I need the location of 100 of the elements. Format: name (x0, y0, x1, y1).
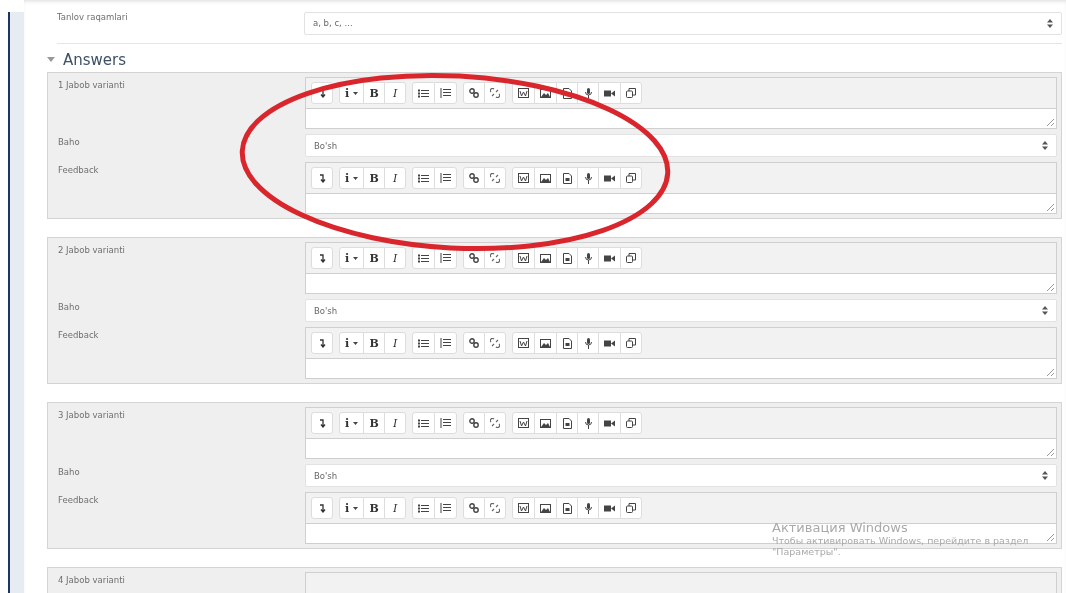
resize-grip-icon[interactable] (1046, 448, 1054, 456)
link-button[interactable] (463, 167, 486, 189)
word-button[interactable] (512, 412, 536, 434)
bold-button[interactable]: B (363, 167, 386, 189)
bold-button[interactable]: B (363, 332, 386, 354)
grade-select[interactable]: Bo'sh (305, 299, 1057, 322)
copy-button[interactable] (620, 412, 643, 434)
unlink-button[interactable] (484, 497, 507, 519)
file-button[interactable] (556, 247, 579, 269)
italic-button[interactable]: I (384, 332, 407, 354)
image-button[interactable] (534, 167, 558, 189)
file-button[interactable] (556, 497, 579, 519)
ol-button[interactable] (434, 332, 458, 354)
ul-button[interactable] (412, 412, 436, 434)
select-arrows-icon (1042, 471, 1048, 480)
file-icon (562, 417, 572, 429)
ul-button[interactable] (412, 167, 436, 189)
video-button[interactable] (598, 167, 622, 189)
resize-grip-icon[interactable] (1046, 118, 1054, 126)
video-button[interactable] (598, 412, 622, 434)
select-arrows-icon (1047, 18, 1053, 28)
numbered-list-icon (440, 418, 452, 428)
unlink-button[interactable] (484, 332, 507, 354)
video-button[interactable] (598, 82, 622, 104)
italic-button[interactable]: I (384, 82, 407, 104)
ul-button[interactable] (412, 497, 436, 519)
copy-button[interactable] (620, 332, 643, 354)
info-button[interactable]: i (339, 497, 365, 519)
link-button[interactable] (463, 497, 486, 519)
copy-button[interactable] (620, 497, 643, 519)
file-icon (562, 87, 572, 99)
file-button[interactable] (556, 412, 579, 434)
ol-button[interactable] (434, 82, 458, 104)
caret-icon (353, 506, 359, 510)
italic-button[interactable]: I (384, 497, 407, 519)
video-button[interactable] (598, 497, 622, 519)
unlink-button[interactable] (484, 82, 507, 104)
image-icon (540, 173, 552, 183)
mic-button[interactable] (577, 247, 600, 269)
link-button[interactable] (463, 332, 486, 354)
info-button[interactable]: i (339, 332, 365, 354)
grade-select[interactable]: Bo'sh (305, 134, 1057, 157)
info-button[interactable]: i (339, 247, 365, 269)
info-button[interactable]: i (339, 167, 365, 189)
mic-button[interactable] (577, 497, 600, 519)
mic-button[interactable] (577, 412, 600, 434)
copy-button[interactable] (620, 82, 643, 104)
word-button[interactable] (512, 332, 536, 354)
word-button[interactable] (512, 497, 536, 519)
collapse-button[interactable] (311, 247, 333, 269)
file-button[interactable] (556, 332, 579, 354)
bold-button[interactable]: B (363, 497, 386, 519)
microphone-icon (584, 337, 592, 349)
collapse-button[interactable] (311, 332, 333, 354)
copy-button[interactable] (620, 167, 643, 189)
video-button[interactable] (598, 247, 622, 269)
video-button[interactable] (598, 332, 622, 354)
link-icon (469, 173, 480, 183)
italic-button[interactable]: I (384, 247, 407, 269)
mic-button[interactable] (577, 332, 600, 354)
resize-grip-icon[interactable] (1046, 203, 1054, 211)
numbering-select[interactable]: a, b, c, ... (304, 11, 1062, 35)
collapse-button[interactable] (311, 412, 333, 434)
image-button[interactable] (534, 247, 558, 269)
image-icon (540, 88, 552, 98)
bold-button[interactable]: B (363, 82, 386, 104)
resize-grip-icon[interactable] (1046, 368, 1054, 376)
collapse-button[interactable] (311, 167, 333, 189)
resize-grip-icon[interactable] (1046, 283, 1054, 291)
mic-button[interactable] (577, 167, 600, 189)
image-icon (540, 253, 552, 263)
link-button[interactable] (463, 412, 486, 434)
resize-grip-icon[interactable] (1046, 533, 1054, 541)
ul-button[interactable] (412, 332, 436, 354)
numbered-list-icon (440, 338, 452, 348)
bold-button[interactable]: B (363, 412, 386, 434)
copy-icon (626, 173, 637, 183)
word-button[interactable] (512, 167, 536, 189)
info-button[interactable]: i (339, 412, 365, 434)
bold-button[interactable]: B (363, 247, 386, 269)
ol-button[interactable] (434, 167, 458, 189)
unlink-button[interactable] (484, 412, 507, 434)
grade-select[interactable]: Bo'sh (305, 464, 1057, 487)
file-button[interactable] (556, 167, 579, 189)
caret-icon[interactable] (47, 57, 55, 63)
ul-button[interactable] (412, 82, 436, 104)
ol-button[interactable] (434, 497, 458, 519)
unlink-button[interactable] (484, 167, 507, 189)
copy-button[interactable] (620, 247, 643, 269)
italic-button[interactable]: I (384, 412, 407, 434)
collapse-button[interactable] (311, 497, 333, 519)
document-icon (518, 503, 530, 513)
file-icon (562, 502, 572, 514)
link-button[interactable] (463, 82, 486, 104)
arrow-icon (318, 173, 326, 183)
image-button[interactable] (534, 497, 558, 519)
italic-button[interactable]: I (384, 167, 407, 189)
image-button[interactable] (534, 332, 558, 354)
image-button[interactable] (534, 412, 558, 434)
ol-button[interactable] (434, 412, 458, 434)
